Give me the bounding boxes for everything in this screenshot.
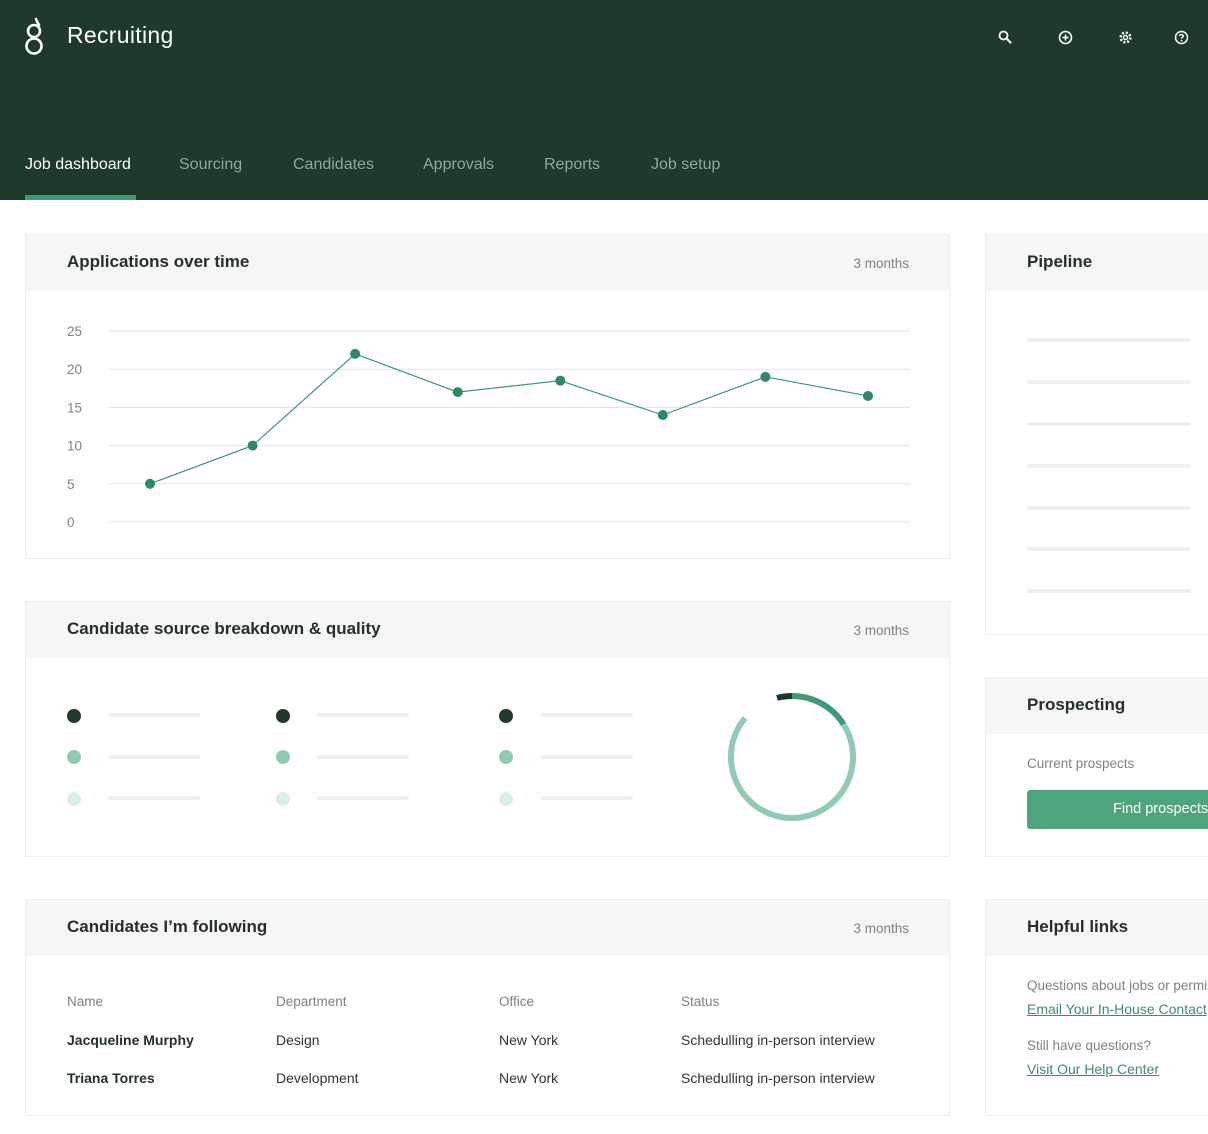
column-header-status: Status <box>681 994 720 1009</box>
pipeline-placeholder-line <box>1027 547 1191 551</box>
pipeline-placeholder-line <box>1027 422 1191 426</box>
y-tick-label: 15 <box>67 400 82 415</box>
tab-reports[interactable]: Reports <box>544 156 600 174</box>
main-nav: Job dashboard Sourcing Candidates Approv… <box>0 130 1208 200</box>
legend-placeholder-line <box>317 796 409 800</box>
card-header: Helpful links <box>986 900 1208 956</box>
column-header-name: Name <box>67 994 104 1009</box>
legend-placeholder-line <box>108 796 200 800</box>
email-contact-link[interactable]: Email Your In-House Contact <box>1027 1001 1207 1017</box>
greenhouse-logo-icon[interactable] <box>22 16 46 56</box>
legend-dot-light <box>499 792 513 806</box>
legend-placeholder-line <box>317 755 409 759</box>
card-title: Helpful links <box>1027 917 1129 936</box>
legend-dot-dark <box>276 709 290 723</box>
y-tick-label: 10 <box>67 439 82 454</box>
tab-job-setup[interactable]: Job setup <box>651 156 720 174</box>
candidate-status: Schedulling in-person interview <box>681 1032 875 1048</box>
legend-dot-light <box>67 792 81 806</box>
legend-placeholder-line <box>541 796 633 800</box>
legend-dot-dark <box>67 709 81 723</box>
range-selector[interactable]: 3 months <box>853 623 909 638</box>
source-donut-chart <box>728 693 856 821</box>
tab-candidates[interactable]: Candidates <box>293 156 374 174</box>
pipeline-placeholder-line <box>1027 380 1191 384</box>
card-title: Prospecting <box>1027 695 1126 714</box>
search-icon[interactable] <box>994 26 1016 48</box>
prospecting-card: Prospecting Current prospects Find prosp… <box>985 677 1208 857</box>
help-icon[interactable] <box>1170 26 1192 48</box>
applications-line <box>149 353 869 485</box>
candidate-department: Development <box>276 1070 359 1086</box>
applications-card: Applications over time 3 months 25 20 15 10… <box>25 234 950 559</box>
data-point <box>760 371 771 382</box>
following-card: Candidates I’m following 3 months Name D… <box>25 899 950 1116</box>
add-circle-icon[interactable] <box>1054 26 1076 48</box>
y-tick-label: 25 <box>67 324 82 339</box>
legend-dot-mid <box>499 750 513 764</box>
tab-approvals[interactable]: Approvals <box>423 156 494 174</box>
legend-dot-light <box>276 792 290 806</box>
card-title: Pipeline <box>1027 252 1093 271</box>
card-header: Prospecting <box>986 678 1208 734</box>
candidate-name-link[interactable]: Triana Torres <box>67 1070 155 1086</box>
legend-placeholder-line <box>108 713 200 717</box>
data-point <box>863 390 873 401</box>
card-header: Applications over time 3 months <box>26 235 949 291</box>
card-header: Candidate source breakdown & quality 3 m… <box>26 602 949 658</box>
column-header-office: Office <box>499 994 535 1009</box>
y-tick-label: 0 <box>67 515 75 530</box>
pipeline-placeholder-line <box>1027 589 1191 593</box>
candidate-office: New York <box>499 1032 559 1048</box>
legend-placeholder-line <box>108 755 200 759</box>
legend-dot-mid <box>276 750 290 764</box>
help-question-text: Questions about jobs or permissions? <box>1027 978 1208 993</box>
card-title: Applications over time <box>67 252 250 271</box>
card-header: Pipeline <box>986 235 1208 291</box>
range-selector[interactable]: 3 months <box>853 256 909 271</box>
y-tick-label: 20 <box>67 362 82 377</box>
legend-dot-dark <box>499 709 513 723</box>
candidate-status: Schedulling in-person interview <box>681 1070 875 1086</box>
candidate-name-link[interactable]: Jacqueline Murphy <box>67 1032 194 1048</box>
pipeline-card: Pipeline <box>985 234 1208 635</box>
find-prospects-button[interactable]: Find prospects <box>1027 790 1208 829</box>
app-title: Recruiting <box>67 22 174 48</box>
data-point <box>452 387 463 398</box>
help-question-text: Still have questions? <box>1027 1038 1151 1053</box>
active-tab-indicator <box>25 195 136 200</box>
legend-placeholder-line <box>541 713 633 717</box>
range-selector[interactable]: 3 months <box>853 921 909 936</box>
data-point <box>145 478 155 489</box>
gear-icon[interactable] <box>1114 26 1136 48</box>
legend-placeholder-line <box>541 755 633 759</box>
pipeline-placeholder-line <box>1027 338 1191 342</box>
source-breakdown-card: Candidate source breakdown & quality 3 m… <box>25 601 950 857</box>
data-point <box>555 375 566 386</box>
data-point <box>657 410 668 421</box>
data-point <box>247 440 258 451</box>
candidate-office: New York <box>499 1070 559 1086</box>
tab-job-dashboard[interactable]: Job dashboard <box>25 156 131 174</box>
card-header: Candidates I’m following 3 months <box>26 900 949 956</box>
applications-line-chart: 25 20 15 10 5 0 <box>67 324 910 530</box>
y-tick-label: 5 <box>67 477 75 492</box>
pipeline-placeholder-line <box>1027 506 1191 510</box>
find-prospects-label: Find prospects <box>1113 801 1208 817</box>
legend-dot-mid <box>67 750 81 764</box>
data-point <box>350 348 361 359</box>
column-header-department: Department <box>276 994 347 1009</box>
pipeline-placeholder-line <box>1027 464 1191 468</box>
card-title: Candidates I’m following <box>67 917 268 936</box>
legend-placeholder-line <box>317 713 409 717</box>
helpful-links-card: Helpful links Questions about jobs or pe… <box>985 899 1208 1116</box>
tab-sourcing[interactable]: Sourcing <box>179 156 242 174</box>
current-prospects-label: Current prospects <box>1027 756 1135 771</box>
help-center-link[interactable]: Visit Our Help Center <box>1027 1061 1159 1077</box>
card-title: Candidate source breakdown & quality <box>67 619 381 638</box>
top-header: Recruiting Job dashboard Sourcing Candid… <box>0 0 1208 200</box>
candidate-department: Design <box>276 1032 320 1048</box>
